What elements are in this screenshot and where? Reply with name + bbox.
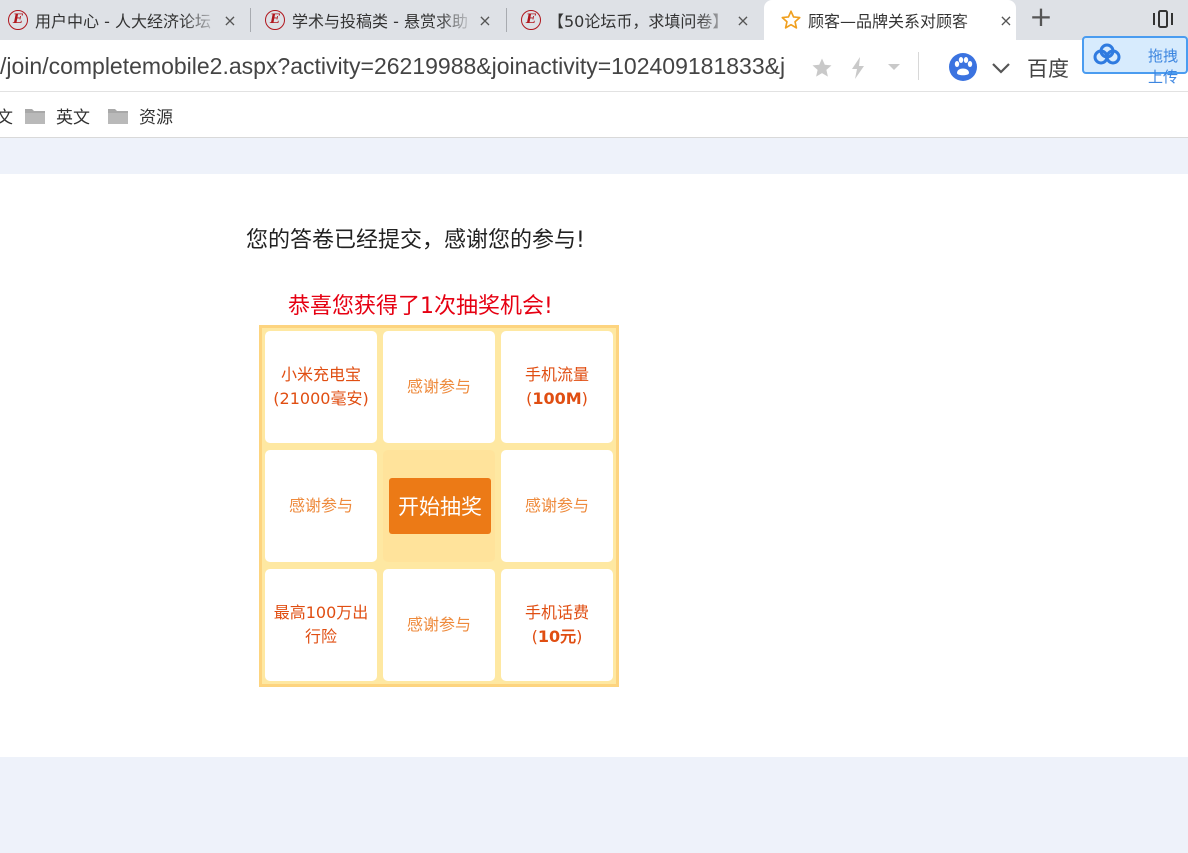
lottery-cell-phone-credit: 手机话费 (10元) [501, 569, 613, 681]
bookmark-label: 英文 [56, 108, 90, 128]
lottery-congrats-message: 恭喜您获得了1次抽奖机会! [288, 294, 553, 319]
lottery-cell-thanks: 感谢参与 [383, 569, 495, 681]
lottery-board: 小米充电宝 (21000毫安) 感谢参与 手机流量 (100M) 感谢参与 开始抽奖… [259, 325, 619, 687]
cell-line: 感谢参与 [406, 377, 471, 396]
cloud-upload-widget[interactable]: 拖拽上传 [1082, 36, 1188, 86]
start-lottery-button[interactable]: 开始抽奖 [389, 478, 491, 534]
star-favicon-icon [781, 10, 801, 29]
chevron-down-icon[interactable] [991, 61, 1011, 75]
lottery-cell-thanks: 感谢参与 [383, 331, 495, 443]
site-favicon-icon: E [8, 10, 28, 30]
close-tab-icon[interactable]: × [220, 11, 240, 30]
bookmark-item[interactable]: 文 [0, 103, 13, 128]
cell-line: 行险 [304, 627, 337, 646]
close-tab-icon[interactable]: × [733, 11, 753, 30]
bookmark-folder-english[interactable]: 英文 [24, 103, 90, 128]
baidu-paw-icon[interactable] [948, 52, 978, 82]
search-engine-label[interactable]: 百度 [1027, 53, 1069, 83]
tab-divider [250, 8, 251, 32]
folder-icon [25, 108, 45, 124]
lottery-cell-thanks: 感谢参与 [501, 450, 613, 562]
folder-icon [108, 108, 128, 124]
cell-paren: ) [576, 627, 583, 646]
bookmark-label: 文 [0, 108, 13, 128]
lottery-cell-power-bank: 小米充电宝 (21000毫安) [265, 331, 377, 443]
submission-thanks-message: 您的答卷已经提交，感谢您的参与! [246, 228, 585, 253]
cloud-icon [1093, 43, 1121, 65]
close-tab-icon[interactable]: × [996, 11, 1016, 30]
cell-line: 手机话费 [524, 603, 589, 622]
new-tab-button[interactable]: + [1028, 3, 1054, 32]
tab-title: 学术与投稿类 - 悬赏求助 [292, 12, 468, 31]
tab-title: 顾客—品牌关系对顾客 [808, 12, 969, 31]
lightning-icon[interactable] [848, 56, 868, 80]
bookmark-label: 资源 [139, 108, 173, 128]
cell-paren: ) [581, 389, 588, 408]
cell-line: 感谢参与 [524, 496, 589, 515]
cell-amount: 10元 [537, 627, 577, 646]
bookmark-star-icon[interactable] [810, 56, 834, 80]
lottery-cell-thanks: 感谢参与 [265, 450, 377, 562]
cell-line: 最高100万出 [273, 603, 369, 622]
cell-amount: 100M [532, 389, 582, 408]
result-panel: 您的答卷已经提交，感谢您的参与! 恭喜您获得了1次抽奖机会! 小米充电宝 (210… [0, 174, 1188, 757]
tab-customer-brand[interactable]: 顾客—品牌关系对顾客 × [764, 0, 1016, 40]
bookmark-folder-resources[interactable]: 资源 [107, 103, 173, 128]
site-favicon-icon: E [265, 10, 285, 30]
cell-line: 手机流量 [524, 365, 589, 384]
tab-user-center[interactable]: E 用户中心 - 人大经济论坛 × [8, 0, 240, 40]
cell-line: (21000毫安) [273, 389, 369, 408]
cell-line: 感谢参与 [288, 496, 353, 515]
dropdown-arrow-icon[interactable] [886, 62, 902, 72]
lottery-cell-travel-insurance: 最高100万出 行险 [265, 569, 377, 681]
tab-strip: E 用户中心 - 人大经济论坛 × E 学术与投稿类 - 悬赏求助 × E 【5… [0, 0, 1188, 40]
tab-title: 【50论坛币，求填问卷】 [548, 12, 729, 31]
cell-line: 感谢参与 [406, 615, 471, 634]
site-favicon-icon: E [521, 10, 541, 30]
address-bar-row: /join/completemobile2.aspx?activity=2621… [0, 40, 1188, 92]
divider [918, 52, 919, 80]
cell-line: 小米充电宝 [280, 365, 361, 384]
page-body: 您的答卷已经提交，感谢您的参与! 恭喜您获得了1次抽奖机会! 小米充电宝 (210… [0, 138, 1188, 853]
address-input[interactable]: /join/completemobile2.aspx?activity=2621… [0, 53, 790, 81]
bookmarks-bar: 文 英文 资源 [0, 92, 1188, 138]
tab-academic[interactable]: E 学术与投稿类 - 悬赏求助 × [265, 0, 495, 40]
close-tab-icon[interactable]: × [475, 11, 495, 30]
drag-upload-label: 拖拽上传 [1148, 47, 1179, 86]
tab-survey-request[interactable]: E 【50论坛币，求填问卷】 × [521, 0, 753, 40]
tab-divider [506, 8, 507, 32]
sidebar-toggle-icon[interactable] [1150, 8, 1176, 30]
lottery-cell-mobile-data: 手机流量 (100M) [501, 331, 613, 443]
tab-title: 用户中心 - 人大经济论坛 [35, 12, 211, 31]
